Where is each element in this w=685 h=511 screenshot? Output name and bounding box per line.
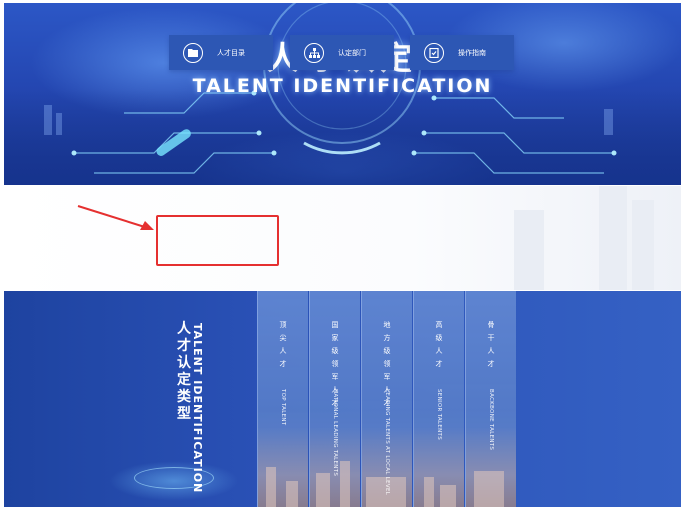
folder-icon bbox=[183, 42, 203, 63]
talent-types-section: 人才认定类型 TALENT IDENTIFICATION 顶尖人才 TOP TA… bbox=[4, 291, 681, 507]
card-subtitle: LEADING TALENTS AT LOCAL LEVEL bbox=[384, 389, 390, 496]
senior-talent-card[interactable]: 高级人才 SENIOR TALENTS bbox=[413, 291, 464, 507]
national-leading-talent-card[interactable]: 国家级领军人才 NATIONAL LEADING TALENTS bbox=[309, 291, 360, 507]
building-decoration bbox=[514, 210, 544, 290]
building-decoration bbox=[599, 186, 627, 290]
section-title-english: TALENT IDENTIFICATION bbox=[191, 323, 204, 494]
card-title: 顶尖人才 bbox=[279, 321, 287, 368]
talent-catalog-button[interactable]: 人才目录 bbox=[169, 35, 273, 70]
hero-subtitle: TALENT IDENTIFICATION bbox=[192, 75, 493, 97]
org-chart-icon bbox=[304, 42, 324, 63]
card-subtitle: TOP TALENT bbox=[280, 389, 286, 426]
card-subtitle: NATIONAL LEADING TALENTS bbox=[332, 389, 338, 477]
guide-book-icon bbox=[424, 42, 444, 63]
backbone-talent-card[interactable]: 骨干人才 BACKBONE TALENTS bbox=[465, 291, 516, 507]
card-subtitle: SENIOR TALENTS bbox=[436, 389, 442, 441]
card-subtitle: BACKBONE TALENTS bbox=[488, 389, 494, 451]
card-title: 骨干人才 bbox=[487, 321, 495, 368]
operation-guide-label: 操作指南 bbox=[458, 48, 486, 57]
city-photo bbox=[258, 427, 308, 507]
highlight-box bbox=[156, 215, 279, 266]
talent-catalog-label: 人才目录 bbox=[217, 48, 245, 57]
section-title: 人才认定类型 bbox=[177, 321, 191, 422]
local-leading-talent-card[interactable]: 地方级领军人才 LEADING TALENTS AT LOCAL LEVEL bbox=[361, 291, 412, 507]
red-arrow-annotation bbox=[77, 205, 154, 230]
card-title: 高级人才 bbox=[435, 321, 443, 368]
top-talent-card[interactable]: 顶尖人才 TOP TALENT bbox=[257, 291, 308, 507]
hero-banner: 人才认定 TALENT IDENTIFICATION bbox=[4, 3, 681, 185]
certification-department-label: 认定部门 bbox=[338, 48, 366, 57]
building-decoration bbox=[632, 200, 654, 290]
certification-department-button[interactable]: 认定部门 bbox=[290, 35, 394, 70]
operation-guide-button[interactable]: 操作指南 bbox=[410, 35, 514, 70]
